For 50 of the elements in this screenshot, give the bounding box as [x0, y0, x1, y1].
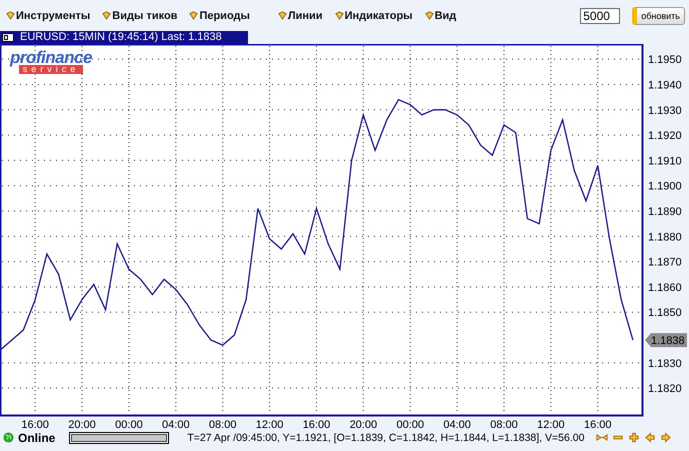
y-axis-label: 1.1860	[648, 282, 682, 294]
window-icon	[2, 33, 14, 42]
y-axis-label: 1.1850	[648, 307, 682, 320]
left-arrow-icon[interactable]	[644, 432, 656, 443]
diamond-icon	[334, 11, 344, 20]
y-axis-label: 1.1940	[648, 80, 682, 92]
menu-item[interactable]: Индикаторы	[334, 10, 413, 22]
menu-item[interactable]: Инструменты	[6, 10, 90, 22]
x-axis-label: 08:00	[208, 419, 236, 430]
logo: profinance service	[10, 50, 92, 74]
x-axis-label: 12:00	[256, 419, 284, 430]
connection-status: Online	[18, 430, 56, 444]
right-arrow-icon[interactable]	[660, 432, 672, 443]
y-axis-label: 1.1820	[648, 383, 682, 396]
bowtie-icon[interactable]	[596, 432, 608, 443]
y-axis-label: 1.1930	[648, 104, 682, 117]
bars-count-field[interactable]: 5000	[580, 8, 620, 24]
chart-title: EURUSD: 15MIN (19:45:14) Last: 1.1838	[20, 31, 222, 44]
menu-item[interactable]: Линии	[278, 10, 323, 22]
bar-info: T=27 Apr /09:45:00, Y=1.1921, [O=1.1839, C=1.1842, H=1.1844, L=1.1838], V=56.00	[187, 432, 584, 444]
y-axis-label: 1.1880	[648, 231, 682, 244]
diamond-icon	[102, 11, 112, 20]
y-axis-label: 1.1870	[648, 256, 682, 269]
x-axis-label: 00:00	[115, 419, 143, 430]
menu-item[interactable]: Вид	[424, 10, 456, 22]
refresh-button[interactable]: обновить	[632, 6, 685, 24]
y-axis-label: 1.1920	[648, 130, 682, 142]
y-axis-label: 1.1900	[648, 180, 682, 193]
x-axis-label: 12:00	[537, 419, 565, 430]
plus-icon[interactable]	[628, 432, 640, 443]
diamond-icon	[6, 11, 15, 20]
x-axis-label: 08:00	[490, 419, 518, 430]
x-axis-label: 20:00	[350, 419, 378, 430]
menu-item[interactable]: Периоды	[189, 10, 250, 22]
y-axis-label: 1.1950	[648, 54, 682, 66]
diamond-icon	[278, 11, 287, 20]
x-axis-label: 16:00	[302, 419, 330, 430]
y-axis-label: 1.1830	[648, 358, 682, 370]
diamond-icon	[189, 11, 198, 20]
x-axis-label: 04:00	[162, 419, 190, 430]
y-axis-label: 1.1910	[648, 155, 682, 168]
last-price-tag: 1.1838	[645, 333, 687, 348]
y-axis-label: 1.1890	[648, 206, 682, 218]
x-axis-label: 16:00	[584, 419, 612, 430]
menu-item[interactable]: Виды тиков	[102, 10, 178, 22]
diamond-icon	[424, 11, 434, 20]
x-axis-label: 04:00	[443, 419, 471, 430]
x-axis-label: 20:00	[68, 419, 96, 430]
x-axis-label: 00:00	[396, 419, 424, 430]
x-axis-label: 16:00	[21, 419, 49, 430]
